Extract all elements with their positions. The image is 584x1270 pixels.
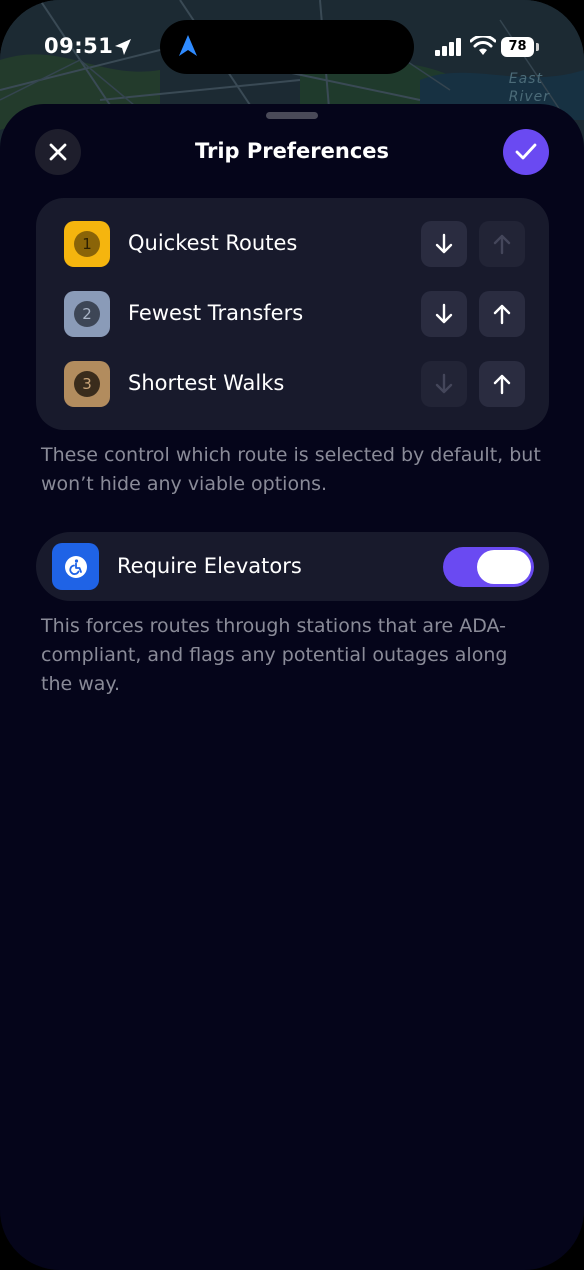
- arrow-down-icon: [435, 233, 453, 254]
- sheet-title: Trip Preferences: [194, 139, 390, 163]
- preference-row-transfers: 2 Fewest Transfers: [36, 279, 549, 349]
- require-elevators-row[interactable]: Require Elevators: [36, 532, 549, 601]
- arrow-down-icon: [435, 303, 453, 324]
- preference-label: Quickest Routes: [128, 231, 298, 255]
- move-up-button[interactable]: [479, 361, 525, 407]
- preference-row-walks: 3 Shortest Walks: [36, 349, 549, 419]
- move-down-button[interactable]: [421, 291, 467, 337]
- toggle-knob: [477, 550, 531, 584]
- rank-badge: 3: [64, 361, 110, 407]
- arrow-up-icon: [493, 304, 511, 325]
- phone-screen: East River 09:51 78 Trip Preferences 1 Q…: [0, 0, 584, 1270]
- move-down-button[interactable]: [421, 221, 467, 267]
- checkmark-icon: [515, 143, 537, 160]
- location-arrow-icon: [115, 39, 131, 55]
- dynamic-island[interactable]: [160, 20, 414, 74]
- rank-number: 1: [74, 231, 100, 257]
- require-elevators-toggle[interactable]: [443, 547, 534, 587]
- preference-row-quickest: 1 Quickest Routes: [36, 209, 549, 279]
- rank-number: 2: [74, 301, 100, 327]
- wheelchair-icon: [64, 555, 87, 578]
- move-down-button[interactable]: [421, 361, 467, 407]
- arrow-up-icon: [493, 374, 511, 395]
- battery-nub: [536, 43, 539, 51]
- preference-label: Shortest Walks: [128, 371, 285, 395]
- battery-indicator: 78: [501, 37, 534, 57]
- move-up-button[interactable]: [479, 221, 525, 267]
- require-elevators-label: Require Elevators: [117, 554, 302, 578]
- elevators-note: This forces routes through stations that…: [41, 615, 508, 695]
- navigation-arrow-icon: [179, 35, 197, 56]
- move-up-button[interactable]: [479, 291, 525, 337]
- arrow-up-icon: [493, 234, 511, 255]
- rank-number: 3: [74, 371, 100, 397]
- status-bar: 09:51 78: [0, 0, 584, 96]
- confirm-button[interactable]: [503, 129, 549, 175]
- route-priority-card: 1 Quickest Routes 2 Fewest Transfers 3 S…: [36, 198, 549, 430]
- priority-note: These control which route is selected by…: [41, 444, 541, 495]
- rank-badge: 1: [64, 221, 110, 267]
- rank-badge: 2: [64, 291, 110, 337]
- wifi-icon: [470, 36, 496, 55]
- status-time: 09:51: [44, 34, 114, 58]
- arrow-down-icon: [435, 373, 453, 394]
- elevator-badge: [52, 543, 99, 590]
- preference-label: Fewest Transfers: [128, 301, 304, 325]
- sheet-grabber[interactable]: [266, 112, 318, 119]
- cellular-signal-icon: [435, 38, 461, 56]
- trip-preferences-sheet: Trip Preferences 1 Quickest Routes 2 Few…: [0, 104, 584, 1270]
